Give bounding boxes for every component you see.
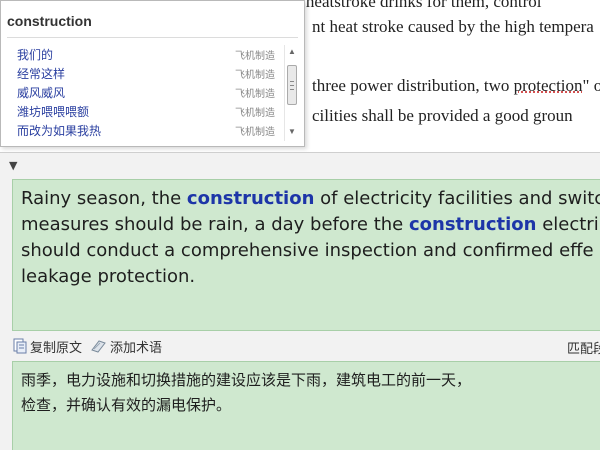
source-line-1: Rainy season, the construction of electr… xyxy=(21,186,600,212)
translation-panel: ▼ Rainy season, the construction of elec… xyxy=(0,152,600,450)
term-search-input[interactable] xyxy=(7,7,297,35)
copy-source-button[interactable]: 复制原文 xyxy=(12,337,82,356)
suggestion-text: 而改为如果我热 xyxy=(17,124,102,138)
target-text-box[interactable]: 雨季，电力设施和切换措施的建设应该是下雨，建筑电工的前一天， 检查，并确认有效的… xyxy=(12,361,600,450)
copy-document-icon xyxy=(13,338,27,354)
doc-line-3-text: three power distribution, two xyxy=(312,76,514,95)
suggestion-text: 经常这样 xyxy=(17,67,66,81)
suggestion-source: 飞机制造 xyxy=(235,108,275,119)
suggestion-item[interactable]: 我们的 飞机制造 xyxy=(17,45,279,64)
suggestion-text: 我们的 xyxy=(17,48,54,62)
target-line-2: 检查，并确认有效的漏电保护。 xyxy=(21,396,232,414)
highlighted-term[interactable]: construction xyxy=(187,188,315,209)
source-text: of electricity facilities and switc xyxy=(314,188,600,209)
suggestion-source: 飞机制造 xyxy=(235,127,275,138)
collapse-arrow-icon[interactable]: ▼ xyxy=(9,159,17,172)
suggestion-item[interactable]: 威风威风 飞机制造 xyxy=(17,83,279,102)
add-term-label: 添加术语 xyxy=(110,340,163,356)
popup-divider xyxy=(7,37,298,38)
term-suggestion-popup: 我们的 飞机制造 经常这样 飞机制造 威风威风 飞机制造 潍坊喂喂喂额 飞机制造… xyxy=(0,0,305,147)
suggestion-item[interactable]: 潍坊喂喂喂额 飞机制造 xyxy=(17,102,279,121)
source-text-box[interactable]: Rainy season, the construction of electr… xyxy=(12,179,600,331)
suggestion-source: 飞机制造 xyxy=(235,51,275,62)
suggestion-item[interactable]: 而改为如果我热 飞机制造 xyxy=(17,121,279,140)
doc-line-2: nt heat stroke caused by the high temper… xyxy=(312,17,594,36)
add-term-icon xyxy=(91,340,106,353)
doc-underlined-word: protection xyxy=(513,76,583,95)
scroll-up-icon[interactable]: ▲ xyxy=(287,47,297,57)
suggestion-text: 威风威风 xyxy=(17,86,66,100)
panel-toolbar: 复制原文 添加术语 匹配段 xyxy=(12,333,600,359)
source-line-3: should conduct a comprehensive inspectio… xyxy=(21,240,594,261)
doc-line-3: three power distribution, two protection… xyxy=(312,76,600,96)
suggestion-text: 潍坊喂喂喂额 xyxy=(17,105,90,119)
add-term-button[interactable]: 添加术语 xyxy=(90,337,162,356)
suggestion-source: 飞机制造 xyxy=(235,89,275,100)
copy-source-label: 复制原文 xyxy=(30,340,83,356)
suggestion-source: 飞机制造 xyxy=(235,70,275,81)
doc-line-3-tail: " o xyxy=(582,76,600,95)
grip-line xyxy=(290,81,294,82)
suggestion-scrollbar[interactable]: ▲ ▼ xyxy=(284,45,298,141)
source-text: Rainy season, the xyxy=(21,188,187,209)
doc-line-4: cilities shall be provided a good groun xyxy=(312,106,573,125)
grip-line xyxy=(290,89,294,90)
align-segment-button[interactable]: 匹配段 xyxy=(567,338,600,357)
scroll-down-icon[interactable]: ▼ xyxy=(287,127,297,137)
grip-line xyxy=(290,85,294,86)
scrollbar-thumb[interactable] xyxy=(287,65,297,105)
target-line-1: 雨季，电力设施和切换措施的建设应该是下雨，建筑电工的前一天， xyxy=(21,371,472,389)
highlighted-term[interactable]: construction xyxy=(409,214,537,235)
source-text: measures should be rain, a day before th… xyxy=(21,214,409,235)
suggestion-list: 我们的 飞机制造 经常这样 飞机制造 威风威风 飞机制造 潍坊喂喂喂额 飞机制造… xyxy=(17,45,279,140)
source-line-2: measures should be rain, a day before th… xyxy=(21,212,600,238)
source-line-4: leakage protection. xyxy=(21,266,196,287)
suggestion-item[interactable]: 经常这样 飞机制造 xyxy=(17,64,279,83)
source-text: electri xyxy=(536,214,599,235)
